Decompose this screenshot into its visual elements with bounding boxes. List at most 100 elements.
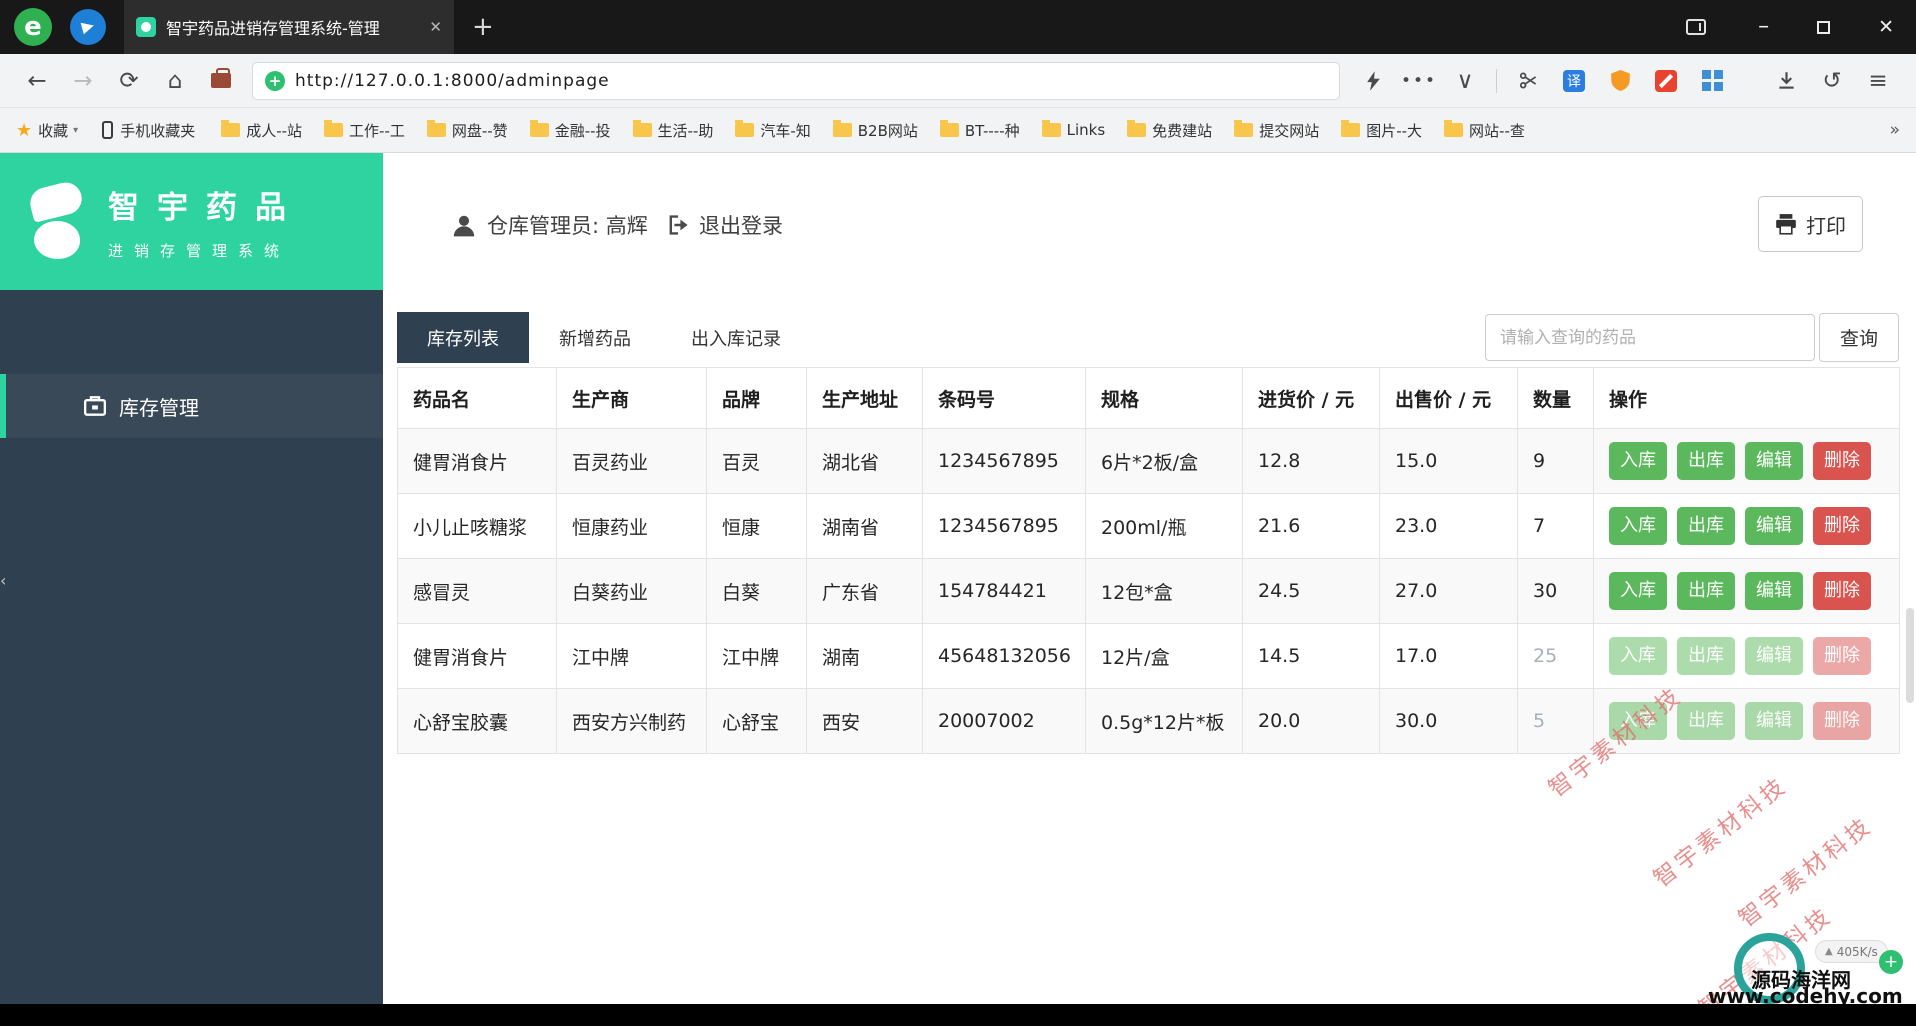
brand-title: 智宇药品 [108, 190, 304, 226]
bookmark-folder[interactable]: 提交网站 [1234, 119, 1319, 141]
bookmark-folder-label: 工作--工 [349, 121, 405, 140]
cell-qty: 5 [1517, 688, 1594, 754]
edit-button[interactable]: 编辑 [1745, 507, 1803, 545]
close-button[interactable]: ✕ [1878, 16, 1894, 38]
more-icon[interactable]: ••• [1396, 71, 1442, 91]
out-stock-button[interactable]: 出库 [1677, 507, 1735, 545]
edit-button[interactable]: 编辑 [1745, 702, 1803, 740]
in-stock-button[interactable]: 入库 [1609, 442, 1667, 480]
content-tab[interactable]: 库存列表 [397, 312, 529, 363]
search-button[interactable]: 查询 [1819, 313, 1899, 362]
search-input[interactable] [1485, 314, 1815, 361]
phone-favorites-label[interactable]: 手机收藏夹 [120, 120, 195, 141]
browser-logo-icon[interactable]: e [14, 8, 52, 46]
extension-icon[interactable] [1643, 69, 1689, 92]
logout-link[interactable]: 退出登录 [666, 210, 783, 240]
delete-button[interactable]: 删除 [1813, 442, 1871, 480]
bookmarks-overflow-icon[interactable]: » [1880, 120, 1900, 140]
url-text[interactable]: http://127.0.0.1:8000/adminpage [295, 71, 610, 91]
menu-icon[interactable]: ≡ [1855, 68, 1901, 94]
folder-icon [324, 119, 344, 137]
tab-close-icon[interactable]: ✕ [429, 18, 442, 36]
cell-address: 湖南 [806, 623, 923, 689]
minimize-button[interactable]: – [1758, 16, 1769, 38]
in-stock-button[interactable]: 入库 [1609, 572, 1667, 610]
back-button[interactable]: ← [14, 68, 60, 94]
bookmark-folder[interactable]: Links [1041, 119, 1105, 139]
out-stock-button[interactable]: 出库 [1677, 572, 1735, 610]
lightning-icon[interactable] [1350, 70, 1396, 91]
delete-button[interactable]: 删除 [1813, 507, 1871, 545]
workbench-icon[interactable] [198, 68, 244, 88]
bookmark-folder[interactable]: 金融--投 [529, 119, 611, 141]
bookmark-folder[interactable]: 免费建站 [1127, 119, 1212, 141]
quick-launch-icon[interactable] [70, 9, 106, 45]
grid-glyph [1701, 70, 1723, 91]
bookmark-folder[interactable]: BT----种 [939, 119, 1020, 141]
caret-down-icon[interactable]: ▾ [73, 125, 78, 136]
cell-manufacturer: 百灵药业 [556, 428, 707, 494]
bookmark-folder[interactable]: 工作--工 [324, 119, 405, 141]
content-tab[interactable]: 新增药品 [529, 312, 661, 363]
translate-icon[interactable]: 译 [1551, 69, 1597, 92]
edit-button[interactable]: 编辑 [1745, 442, 1803, 480]
cell-spec: 0.5g*12片*板 [1085, 688, 1243, 754]
sidebar-menu: 库存管理 [0, 374, 383, 438]
out-stock-button[interactable]: 出库 [1677, 442, 1735, 480]
download-glyph [1778, 72, 1794, 89]
table-row: 小儿止咳糖浆 恒康药业 恒康 湖南省 1234567895 200ml/瓶 21.6 23.0… [397, 493, 1900, 559]
bookmark-folder[interactable]: 网站--查 [1444, 119, 1525, 141]
address-bar[interactable]: + http://127.0.0.1:8000/adminpage [252, 61, 1340, 100]
bookmark-folder[interactable]: 生活--助 [632, 119, 713, 141]
bookmark-folder-label: 网站--查 [1469, 121, 1525, 140]
bookmark-folder[interactable]: 图片--大 [1341, 119, 1422, 141]
out-stock-button[interactable]: 出库 [1677, 702, 1735, 740]
bookmarks-bar: ★ 收藏 ▾ 手机收藏夹 成人--站 工作--工 网盘--赞 金融--投 生活--助 汽车… [0, 108, 1916, 153]
site-safety-icon[interactable]: + [265, 70, 285, 91]
browser-tab[interactable]: 智宇药品进销存管理系统-管理 ✕ [124, 0, 454, 54]
bookmark-folder[interactable]: 成人--站 [221, 119, 302, 141]
maximize-button[interactable] [1817, 20, 1831, 34]
table-row: 感冒灵 白葵药业 白葵 广东省 154784421 12包*盒 24.5 27.0 30 入库 出库… [397, 558, 1900, 624]
home-button[interactable]: ⌂ [152, 68, 198, 94]
delete-button[interactable]: 删除 [1813, 702, 1871, 740]
bookmark-folder[interactable]: 网盘--赞 [426, 119, 508, 141]
phone-icon [102, 121, 114, 139]
sidebar-item-label: 库存管理 [119, 395, 199, 420]
sidebar-collapse-handle[interactable]: ‹ [0, 571, 6, 590]
cell-purchase: 21.6 [1242, 493, 1380, 559]
favorites-label[interactable]: 收藏 [38, 120, 68, 141]
workspace-icon[interactable] [1686, 19, 1707, 35]
scissors-icon[interactable] [1505, 71, 1551, 90]
in-stock-button[interactable]: 入库 [1609, 702, 1667, 740]
folder-icon [426, 119, 446, 137]
undo-icon[interactable]: ↺ [1809, 68, 1855, 94]
edit-button[interactable]: 编辑 [1745, 572, 1803, 610]
cell-manufacturer: 江中牌 [556, 623, 707, 689]
expand-button[interactable]: + [1879, 950, 1903, 974]
content-tab[interactable]: 出入库记录 [661, 312, 811, 363]
sidebar: 智宇药品 进销存管理系统 库存管理 ‹ [0, 153, 383, 1004]
delete-button[interactable]: 删除 [1813, 637, 1871, 675]
download-icon[interactable] [1763, 71, 1809, 90]
delete-button[interactable]: 删除 [1813, 572, 1871, 610]
apps-grid-icon[interactable] [1689, 70, 1735, 91]
in-stock-button[interactable]: 入库 [1609, 507, 1667, 545]
refresh-button[interactable]: ⟳ [106, 68, 152, 94]
window-controls: – ✕ [1686, 16, 1916, 38]
shield-icon[interactable] [1597, 70, 1643, 91]
forward-button[interactable]: → [60, 68, 106, 94]
in-stock-button[interactable]: 入库 [1609, 637, 1667, 675]
chevron-down-icon[interactable]: ∨ [1442, 68, 1488, 94]
out-stock-button[interactable]: 出库 [1677, 637, 1735, 675]
folder-icon [939, 119, 959, 137]
print-button[interactable]: 打印 [1758, 196, 1863, 252]
page-scrollbar[interactable] [1906, 608, 1914, 703]
cell-brand: 恒康 [706, 493, 807, 559]
edit-button[interactable]: 编辑 [1745, 637, 1803, 675]
inventory-table: 药品名 生产商 品牌 生产地址 条码号 规格 进货价 / 元出售价 / 元数量 操作 健胃消食… [397, 367, 1900, 754]
bookmark-folder[interactable]: B2B网站 [832, 119, 918, 141]
sidebar-item-inventory[interactable]: 库存管理 [0, 374, 383, 438]
bookmark-folder[interactable]: 汽车-知 [735, 119, 811, 141]
new-tab-button[interactable]: + [472, 12, 494, 42]
